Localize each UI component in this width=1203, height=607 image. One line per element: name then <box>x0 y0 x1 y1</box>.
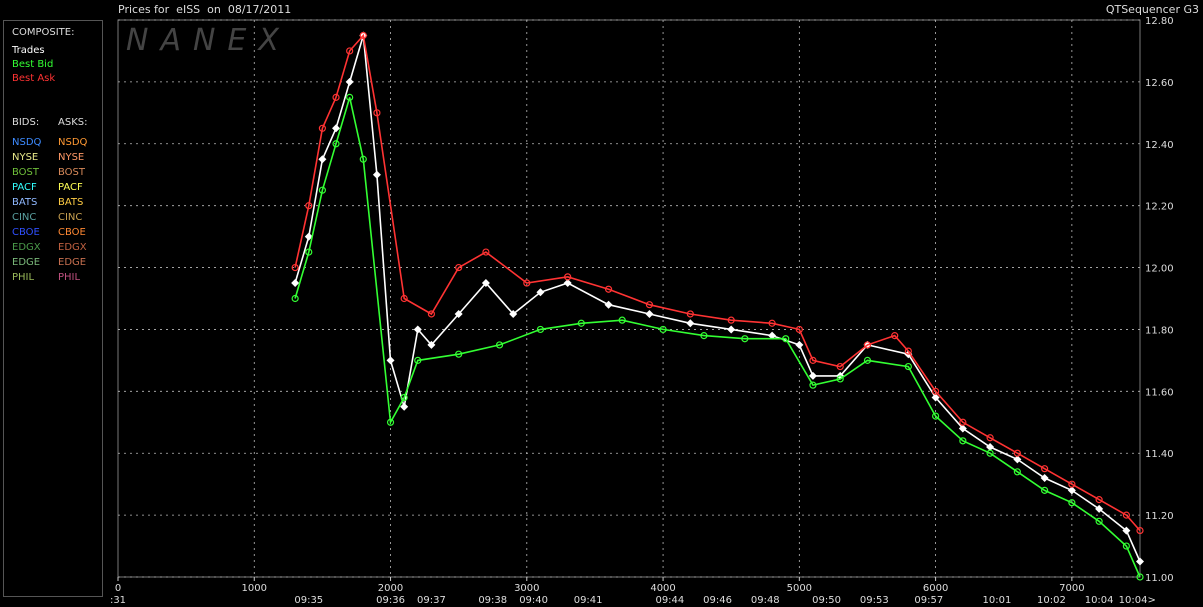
time-label: 09:35 <box>294 595 323 606</box>
y-tick-label: 12.80 <box>1145 16 1174 27</box>
time-label: 09:57 <box>914 595 943 606</box>
time-label: 09:38 <box>478 595 507 606</box>
x-tick-label: 2000 <box>378 583 403 594</box>
time-label: 09:50 <box>812 595 841 606</box>
time-label: 09:44 <box>655 595 684 606</box>
y-tick-label: 12.00 <box>1145 264 1174 275</box>
time-label: 10:04 <box>1085 595 1114 606</box>
time-label: 10:02 <box>1037 595 1066 606</box>
y-tick-label: 11.60 <box>1145 387 1174 398</box>
x-tick-label: 4000 <box>650 583 675 594</box>
time-label: 10:04> <box>1119 595 1156 606</box>
x-tick-label: 5000 <box>787 583 812 594</box>
price-chart: NANEX 11.00 11.20 11.40 11.60 11.80 12.00 12.20… <box>110 16 1174 606</box>
x-tick-label: 1000 <box>242 583 267 594</box>
x-tick-label: 0 <box>115 583 121 594</box>
time-label: 09:40 <box>519 595 548 606</box>
time-label: 09:36 <box>376 595 405 606</box>
y-tick-label: 12.60 <box>1145 78 1174 89</box>
time-label: :31 <box>110 595 126 606</box>
time-label: 09:53 <box>860 595 889 606</box>
y-tick-label: 11.20 <box>1145 511 1174 522</box>
y-tick-label: 11.80 <box>1145 325 1174 336</box>
time-label: 09:48 <box>751 595 780 606</box>
time-label: 10:01 <box>983 595 1012 606</box>
time-label: 09:37 <box>417 595 446 606</box>
plot-area <box>117 19 1141 578</box>
x-tick-label: 7000 <box>1059 583 1084 594</box>
time-label: 09:41 <box>574 595 603 606</box>
y-tick-label: 11.40 <box>1145 449 1174 460</box>
y-tick-label: 11.00 <box>1145 573 1174 584</box>
watermark: NANEX <box>126 23 291 58</box>
x-tick-label: 6000 <box>923 583 948 594</box>
y-tick-label: 12.40 <box>1145 140 1174 151</box>
x-tick-label: 3000 <box>514 583 539 594</box>
time-label: 09:46 <box>703 595 732 606</box>
y-tick-label: 12.20 <box>1145 202 1174 213</box>
